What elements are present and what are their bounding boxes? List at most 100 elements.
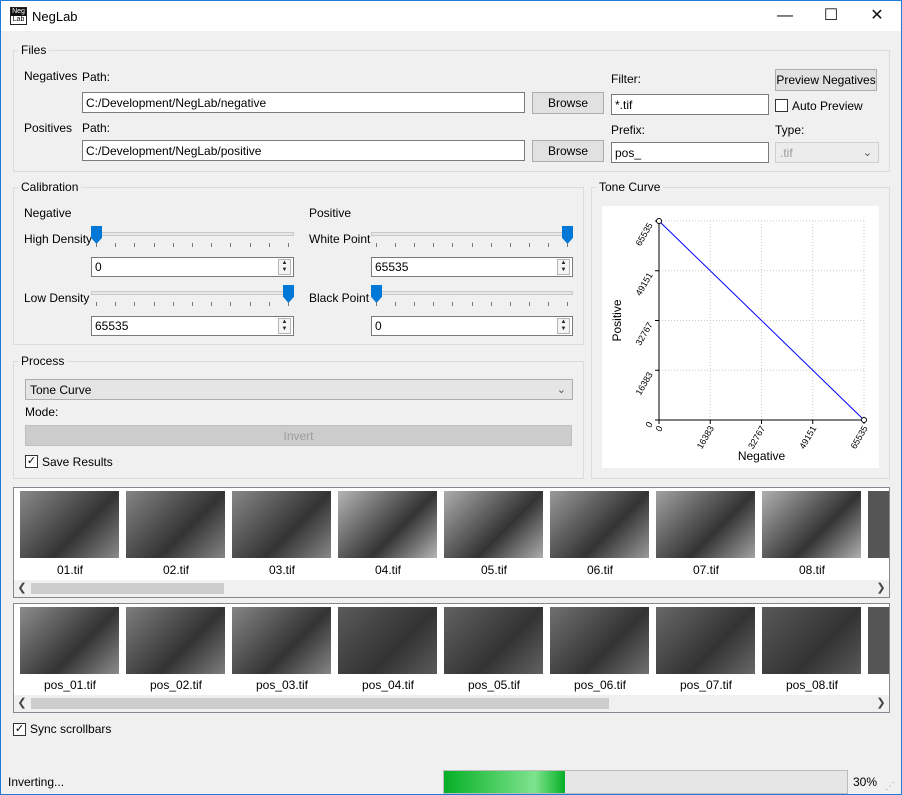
slider-tick: [490, 302, 492, 306]
scrollbar-thumb[interactable]: [31, 698, 609, 709]
slider-tick: [268, 302, 270, 306]
close-button[interactable]: ✕: [854, 1, 900, 31]
negative-thumbnail[interactable]: [232, 491, 331, 558]
resize-grip-icon[interactable]: ⋰: [885, 781, 897, 793]
process-mode-select[interactable]: Tone Curve ⌄: [25, 379, 573, 400]
slider-tick: [230, 243, 232, 247]
high-density-value: 0: [95, 260, 102, 274]
low-density-spinbox[interactable]: 65535 ▲ ▼: [91, 316, 294, 336]
white-point-spinbox[interactable]: 65535 ▲ ▼: [371, 257, 573, 277]
positive-thumbnail-label: pos_01.tif: [43, 678, 97, 692]
auto-preview-checkbox[interactable]: [775, 99, 788, 112]
slider-tick: [192, 243, 193, 247]
spin-arrows-icon[interactable]: ▲ ▼: [557, 318, 570, 334]
slider-tick: [268, 243, 270, 247]
chevron-left-icon[interactable]: ❮: [14, 696, 30, 709]
slider-tick: [211, 243, 213, 247]
negative-thumbnail[interactable]: [126, 491, 225, 558]
negatives-thumbnail-strip[interactable]: 01.tif 02.tif 03.tif 04.tif 05.tif 06.tif 07.t…: [13, 487, 890, 598]
positives-thumbnail-strip[interactable]: pos_01.tif pos_02.tif pos_03.tif pos_04.tif…: [13, 603, 890, 713]
white-point-value: 65535: [375, 260, 409, 274]
positives-browse-button[interactable]: Browse: [532, 140, 604, 162]
invert-button[interactable]: Invert: [25, 425, 572, 446]
positive-thumbnail[interactable]: [550, 607, 649, 674]
positive-thumbnail[interactable]: [444, 607, 543, 674]
chevron-right-icon[interactable]: ❯: [873, 581, 889, 594]
slider-tick: [509, 243, 511, 247]
negatives-path-input[interactable]: C:/Development/NegLab/negative: [82, 92, 525, 113]
sync-scrollbars-label: Sync scrollbars: [30, 722, 112, 736]
slider-tick: [115, 302, 117, 306]
chevron-down-icon: ⌄: [862, 147, 872, 159]
negative-thumbnail[interactable]: [656, 491, 755, 558]
x-tick-label: 65535: [849, 424, 870, 451]
positives-scrollbar[interactable]: ❮ ❯: [14, 695, 889, 712]
positive-thumbnail-partial[interactable]: [868, 607, 889, 674]
black-point-spinbox[interactable]: 0 ▲ ▼: [371, 316, 573, 336]
slider-handle[interactable]: [283, 285, 294, 303]
negative-thumbnail[interactable]: [444, 491, 543, 558]
negative-thumbnail[interactable]: [20, 491, 119, 558]
save-results-checkbox[interactable]: ✓: [25, 455, 38, 468]
y-tick-label: 16383: [634, 370, 655, 397]
tone-curve-point: [861, 417, 867, 423]
positive-thumbnail[interactable]: [232, 607, 331, 674]
positive-thumbnail-label: pos_04.tif: [361, 678, 415, 692]
y-tick-label: 32767: [634, 321, 655, 348]
sync-scrollbars-checkbox[interactable]: ✓: [13, 723, 26, 736]
black-point-label: Black Point: [309, 291, 370, 305]
slider-handle[interactable]: [371, 285, 382, 303]
process-group-title: Process: [18, 354, 68, 368]
white-point-slider[interactable]: [371, 226, 573, 253]
y-tick-label: 65535: [634, 221, 655, 248]
y-tick-label: 49151: [634, 271, 655, 298]
preview-negatives-button[interactable]: Preview Negatives: [775, 69, 877, 91]
positive-thumbnail[interactable]: [126, 607, 225, 674]
prefix-input[interactable]: pos_: [611, 142, 769, 163]
positive-thumbnail[interactable]: [656, 607, 755, 674]
negative-thumbnail[interactable]: [338, 491, 437, 558]
slider-tick: [395, 243, 397, 247]
positive-thumbnail-label: pos_07.tif: [679, 678, 733, 692]
slider-tick: [376, 302, 377, 306]
slider-tick: [452, 243, 454, 247]
low-density-slider[interactable]: [91, 285, 294, 312]
scrollbar-thumb[interactable]: [31, 583, 224, 594]
positive-thumbnail-label: pos_06.tif: [573, 678, 627, 692]
type-label: Type:: [775, 123, 805, 137]
filter-input[interactable]: *.tif: [611, 94, 769, 115]
positive-thumbnail[interactable]: [20, 607, 119, 674]
negatives-scrollbar[interactable]: ❮ ❯: [14, 580, 889, 597]
negative-thumbnail-label: 06.tif: [586, 563, 613, 577]
mode-label: Mode:: [25, 405, 59, 419]
chevron-left-icon[interactable]: ❮: [14, 581, 30, 594]
tone-curve-group-title: Tone Curve: [596, 180, 664, 194]
spin-arrows-icon[interactable]: ▲ ▼: [278, 259, 291, 275]
high-density-spinbox[interactable]: 0 ▲ ▼: [91, 257, 294, 277]
progress-bar: [443, 770, 848, 794]
spin-arrows-icon[interactable]: ▲ ▼: [557, 259, 570, 275]
maximize-button[interactable]: ☐: [808, 1, 854, 31]
positive-thumbnail-label: pos_08.tif: [785, 678, 839, 692]
positive-thumbnail[interactable]: [762, 607, 861, 674]
high-density-slider[interactable]: [91, 226, 294, 253]
slider-handle[interactable]: [91, 226, 102, 244]
negative-thumbnail[interactable]: [550, 491, 649, 558]
negative-thumbnail-partial[interactable]: [868, 491, 889, 558]
chevron-right-icon[interactable]: ❯: [873, 696, 889, 709]
negative-thumbnail[interactable]: [762, 491, 861, 558]
positives-path-input[interactable]: C:/Development/NegLab/positive: [82, 140, 525, 161]
slider-tick: [249, 243, 251, 247]
black-point-slider[interactable]: [371, 285, 573, 312]
type-select[interactable]: .tif ⌄: [775, 142, 879, 163]
slider-tick: [288, 302, 289, 306]
positive-thumbnail[interactable]: [338, 607, 437, 674]
minimize-button[interactable]: —: [762, 1, 808, 31]
negatives-browse-button[interactable]: Browse: [532, 92, 604, 114]
negatives-label: Negatives: [24, 69, 78, 83]
spin-arrows-icon[interactable]: ▲ ▼: [278, 318, 291, 334]
slider-groove: [371, 291, 573, 295]
slider-tick: [547, 243, 549, 247]
slider-groove: [371, 232, 573, 236]
slider-handle[interactable]: [562, 226, 573, 244]
